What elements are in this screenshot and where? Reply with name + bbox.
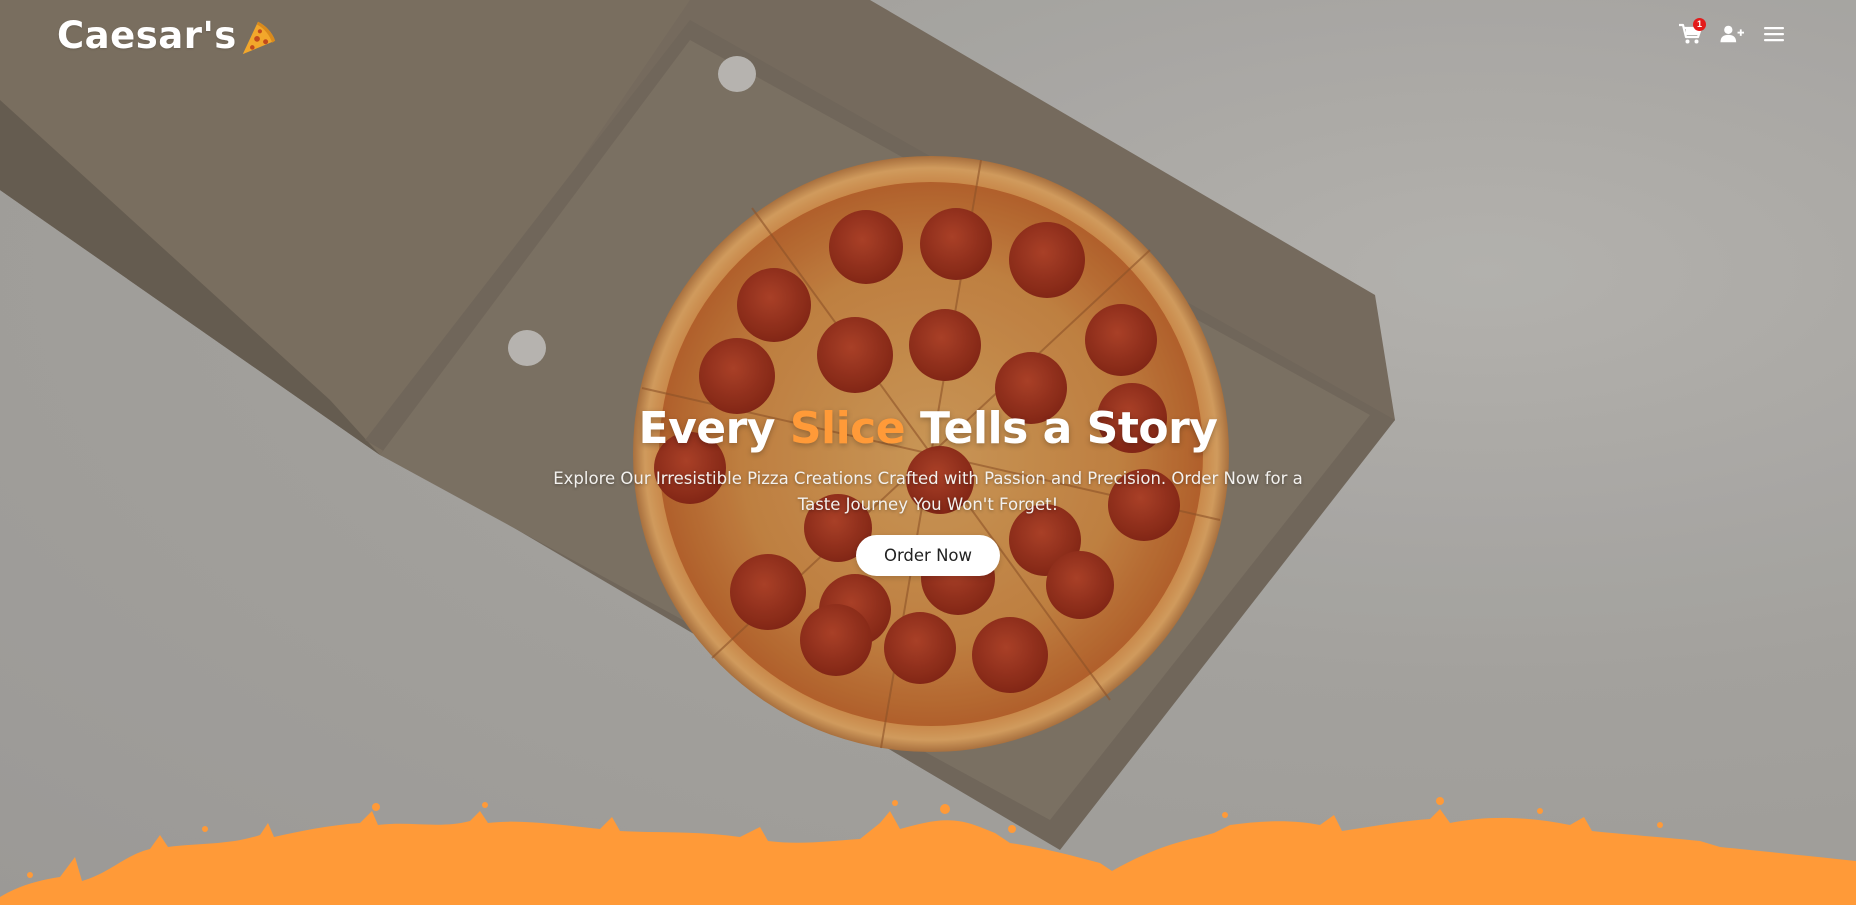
hero-title-accent: Slice: [789, 403, 906, 454]
menu-button[interactable]: [1762, 22, 1786, 46]
hero-title-prefix: Every: [638, 403, 776, 454]
cart-count-badge: 1: [1693, 18, 1706, 31]
site-header: Caesar's 1: [0, 0, 1856, 74]
brand-name: Caesar's: [57, 14, 237, 57]
hero-title: Every Slice Tells a Story: [0, 396, 1856, 462]
pizza-slice-icon: [242, 21, 275, 54]
cart-button[interactable]: 1: [1678, 18, 1706, 46]
hero-title-suffix: Tells a Story: [919, 403, 1218, 454]
hamburger-menu-icon: [1764, 27, 1784, 42]
page: Caesar's 1 Every Slice Tells a Story Exp…: [0, 0, 1856, 905]
account-button[interactable]: [1720, 22, 1744, 46]
header-nav: 1: [1678, 18, 1786, 46]
orange-splash-decoration: [0, 797, 1856, 905]
add-user-icon: [1720, 25, 1744, 43]
brand-logo[interactable]: Caesar's: [57, 14, 277, 57]
hero-subtitle: Explore Our Irresistible Pizza Creations…: [553, 469, 1303, 514]
order-now-button[interactable]: Order Now: [856, 535, 1000, 576]
hero-section: Every Slice Tells a Story Explore Our Ir…: [0, 396, 1856, 576]
